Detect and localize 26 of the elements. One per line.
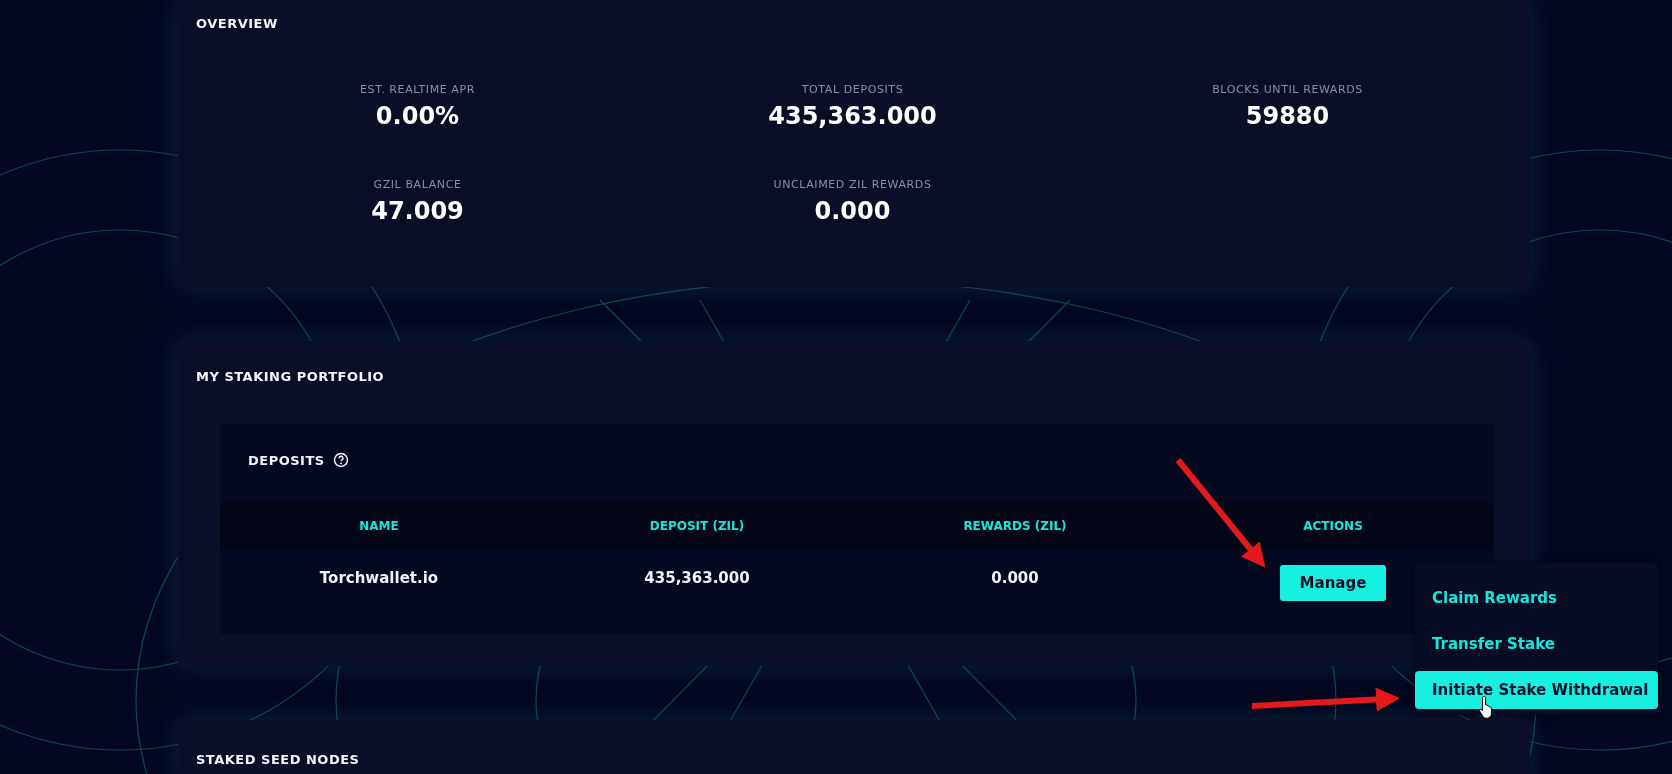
card-title: DEPOSITS bbox=[248, 452, 325, 468]
stat-value: 47.009 bbox=[371, 197, 464, 225]
manage-button[interactable]: Manage bbox=[1279, 565, 1387, 601]
table-cell-text: 0.000 bbox=[990, 569, 1040, 587]
menu-item[interactable]: Initiate Stake Withdrawal bbox=[1415, 671, 1658, 709]
stat-value: 59880 bbox=[1245, 102, 1330, 130]
stat-value: 0.00% bbox=[375, 102, 460, 130]
column-header: DEPOSIT (ZIL) bbox=[648, 519, 746, 533]
column-header: REWARDS (ZIL) bbox=[962, 519, 1068, 533]
table-cell-text: Torchwallet.io bbox=[318, 569, 440, 587]
stat-label: UNCLAIMED ZIL REWARDS bbox=[773, 178, 932, 191]
stat-label: GZIL BALANCE bbox=[373, 178, 462, 191]
stat-label: EST. REALTIME APR bbox=[360, 83, 475, 96]
panel-title: OVERVIEW bbox=[196, 16, 278, 31]
column-header: NAME bbox=[358, 519, 400, 533]
column-header: ACTIONS bbox=[1302, 519, 1364, 533]
stat-value: 0.000 bbox=[814, 197, 891, 225]
panel-title: STAKED SEED NODES bbox=[196, 752, 360, 767]
panel-title: MY STAKING PORTFOLIO bbox=[196, 369, 385, 384]
menu-item[interactable]: Transfer Stake bbox=[1415, 625, 1658, 663]
help-icon[interactable] bbox=[332, 452, 349, 468]
stat-label: TOTAL DEPOSITS bbox=[801, 83, 904, 96]
table-cell-text: 435,363.000 bbox=[643, 569, 751, 587]
stat-label: BLOCKS UNTIL REWARDS bbox=[1212, 83, 1363, 96]
menu-item[interactable]: Claim Rewards bbox=[1415, 579, 1658, 617]
stat-value: 435,363.000 bbox=[768, 102, 937, 130]
